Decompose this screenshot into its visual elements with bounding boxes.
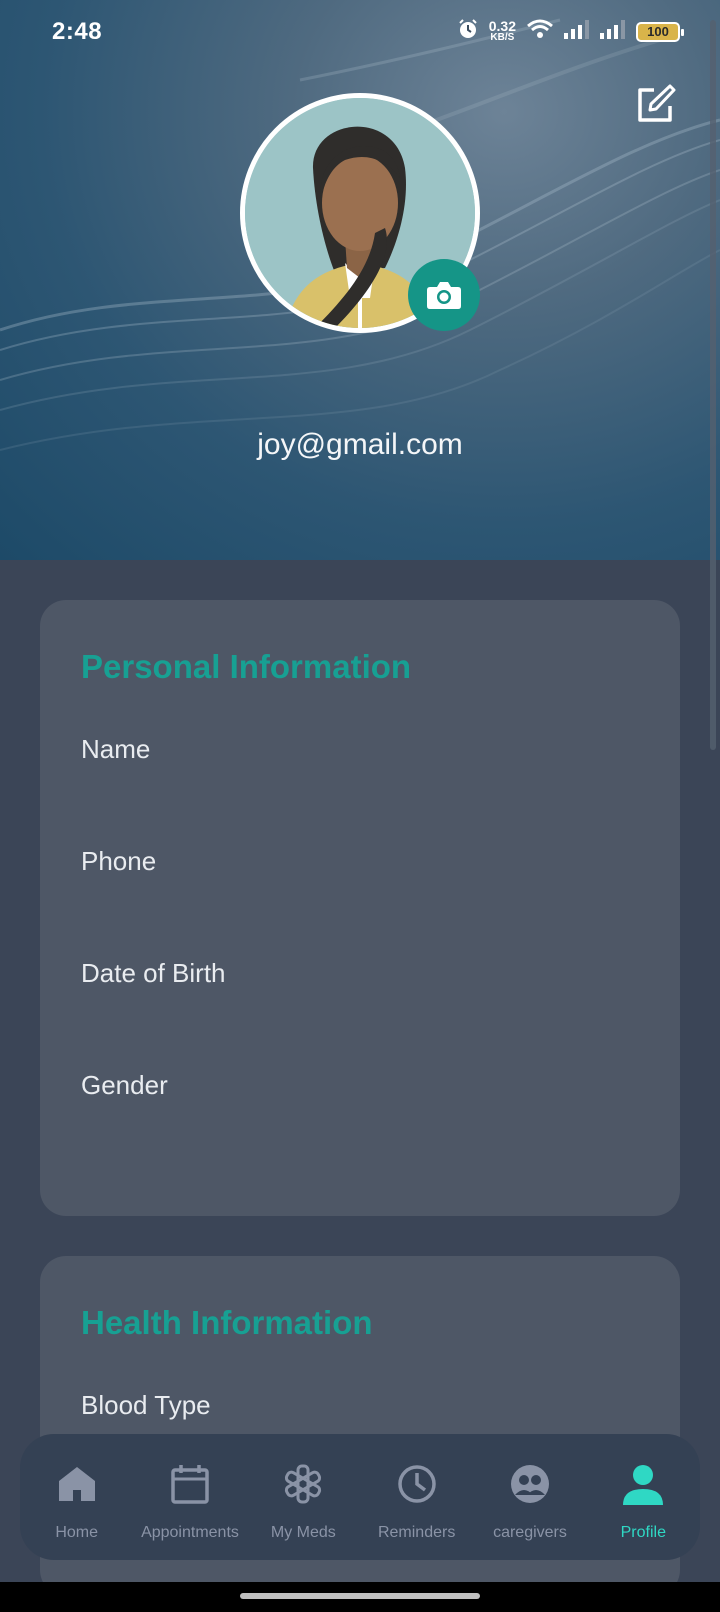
nav-item-reminders[interactable]: Reminders [360,1434,473,1560]
nav-item-my-meds[interactable]: My Meds [247,1434,360,1560]
card-title: Health Information [81,1304,373,1341]
nav-item-appointments[interactable]: Appointments [133,1434,246,1560]
profile-header: 2:48 0.32 KB/S 100 joy@gmail.com [0,0,720,560]
nav-item-home[interactable]: Home [20,1434,133,1560]
calendar-icon [168,1462,212,1506]
card-title: Personal Information [81,648,412,685]
home-icon [55,1462,99,1506]
clock-icon [395,1462,439,1506]
alarm-icon [457,18,479,45]
field-phone[interactable]: Phone [81,846,156,877]
scrollbar[interactable] [710,20,716,750]
field-name[interactable]: Name [81,734,150,765]
group-icon [508,1462,552,1506]
signal-icon [564,19,590,44]
profile-email: joy@gmail.com [257,428,463,461]
medical-star-icon [281,1462,325,1506]
camera-icon [427,282,461,309]
signal-icon [600,19,626,44]
nav-item-profile[interactable]: Profile [587,1434,700,1560]
wifi-icon [526,18,554,45]
edit-profile-button[interactable] [634,84,676,126]
field-blood-type[interactable]: Blood Type [81,1390,211,1421]
field-gender[interactable]: Gender [81,1070,168,1101]
status-bar: 2:48 0.32 KB/S 100 [0,0,720,66]
nav-item-caregivers[interactable]: caregivers [473,1434,586,1560]
status-time: 2:48 [52,18,103,45]
personal-information-card: Personal Information Name Phone Date of … [40,600,680,1216]
bottom-navigation: Home Appointments My Meds Reminders care… [20,1434,700,1560]
edit-icon [638,84,676,122]
gesture-bar [0,1582,720,1612]
status-icons: 0.32 KB/S 100 [457,17,684,45]
field-date-of-birth[interactable]: Date of Birth [81,958,226,989]
home-gesture-handle[interactable] [240,1593,480,1599]
person-icon [621,1462,665,1506]
net-speed: 0.32 KB/S [488,17,516,43]
change-photo-button[interactable] [408,259,480,331]
battery-icon: 100 [636,21,684,42]
